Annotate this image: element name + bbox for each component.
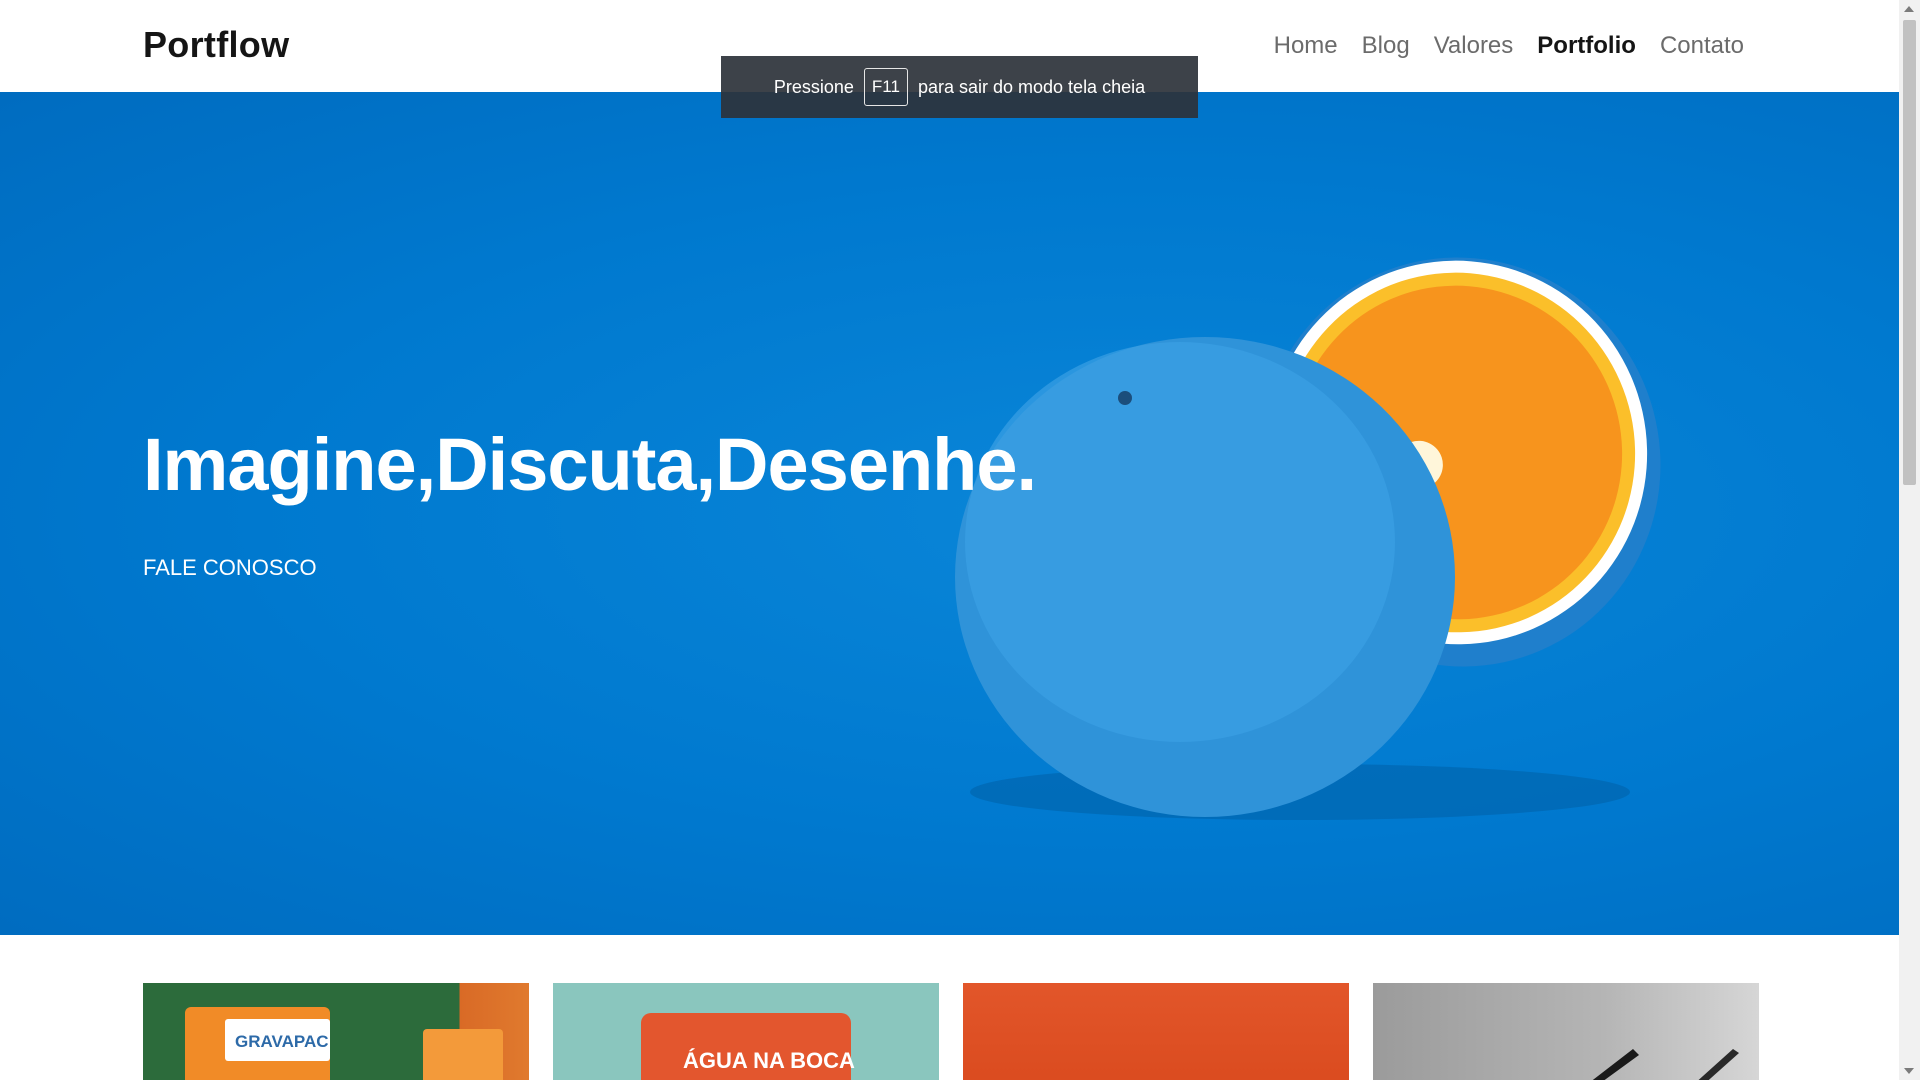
contact-cta-link[interactable]: FALE CONOSCO — [143, 555, 317, 581]
scroll-up-icon[interactable] — [1904, 6, 1914, 12]
main-nav: Home Blog Valores Portfolio Contato — [1274, 32, 1744, 60]
scrollbar-thumb[interactable] — [1903, 20, 1916, 485]
f11-key-badge: F11 — [863, 68, 908, 106]
hero-banner: Imagine,Discuta,Desenhe. FALE CONOSCO — [0, 92, 1899, 935]
nav-portfolio[interactable]: Portfolio — [1537, 32, 1636, 60]
nav-contato[interactable]: Contato — [1660, 32, 1744, 60]
scroll-down-icon[interactable] — [1904, 1068, 1914, 1074]
orange-illustration — [955, 257, 1661, 820]
hero-title: Imagine,Discuta,Desenhe. — [143, 423, 1037, 506]
portfolio-card-agua-na-boca[interactable]: ÁGUA NA BOCA — [553, 983, 939, 1080]
agua-na-boca-packaging-image: ÁGUA NA BOCA — [641, 1013, 855, 1080]
site-logo[interactable]: Portflow — [143, 24, 289, 66]
portfolio-grid: GRAVAPAC ÁGUA NA BOCA — [143, 983, 1759, 1080]
gravapac-packaging-image: GRAVAPAC — [185, 1007, 503, 1080]
card-1-brand-text: GRAVAPAC — [235, 1032, 329, 1051]
nav-valores[interactable]: Valores — [1434, 32, 1514, 60]
fullscreen-exit-notice: Pressione F11 para sair do modo tela che… — [721, 56, 1198, 118]
notice-prefix: Pressione — [773, 76, 854, 97]
portfolio-card-gravapac[interactable]: GRAVAPAC — [143, 983, 529, 1080]
page-scrollbar[interactable] — [1899, 0, 1920, 1080]
portfolio-4-image — [1592, 1049, 1739, 1080]
card-2-brand-text: ÁGUA NA BOCA — [683, 1048, 855, 1073]
nav-blog[interactable]: Blog — [1362, 32, 1410, 60]
portfolio-card-4[interactable] — [1373, 983, 1759, 1080]
nav-home[interactable]: Home — [1274, 32, 1338, 60]
portfolio-3-image — [963, 983, 1349, 1080]
notice-suffix: para sair do modo tela cheia — [917, 76, 1146, 97]
page: Portflow Home Blog Valores Portfolio Con… — [0, 0, 1899, 1080]
portfolio-card-3[interactable] — [963, 983, 1349, 1080]
